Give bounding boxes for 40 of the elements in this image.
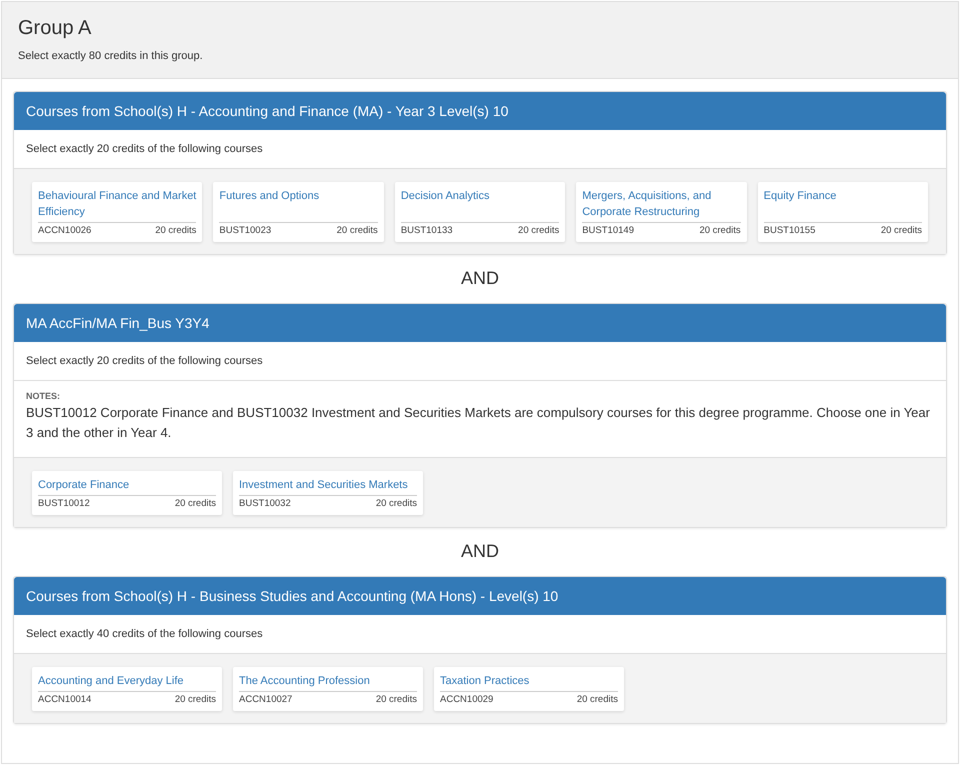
notes-label: NOTES:	[26, 391, 62, 401]
course-code: ACCN10026	[38, 225, 92, 236]
course-link[interactable]: The Accounting Profession	[239, 673, 417, 691]
course-link[interactable]: Accounting and Everyday Life	[38, 673, 216, 691]
course-credits: 20 credits	[880, 225, 922, 236]
connector-label: AND	[460, 267, 500, 290]
course-credits: 20 credits	[336, 225, 378, 236]
group-title: Group A	[18, 16, 92, 40]
panel-title: MA AccFin/MA Fin_Bus Y3Y4	[14, 304, 946, 342]
connector-label: AND	[460, 540, 500, 563]
course-link[interactable]: Corporate Finance	[38, 477, 216, 495]
course-credits: 20 credits	[174, 498, 216, 509]
panel-title: Courses from School(s) H - Business Studies and Accounting (MA Hons) - Level(s) 10	[14, 577, 946, 615]
course-code: ACCN10029	[440, 694, 494, 705]
course-link[interactable]: Taxation Practices	[440, 673, 618, 691]
course-link[interactable]: Equity Finance	[764, 188, 922, 222]
course-link[interactable]: Mergers, Acquisitions, and Corporate Restructuring	[582, 188, 741, 222]
panel-instruction: Select exactly 20 credits of the following courses	[14, 342, 946, 381]
course-credits: 20 credits	[376, 694, 417, 705]
course-code: BUST10012	[38, 498, 90, 509]
course-credits: 20 credits	[699, 225, 741, 236]
course-link[interactable]: Futures and Options	[219, 188, 378, 222]
course-code: BUST10149	[582, 225, 634, 236]
course-credits: 20 credits	[155, 225, 196, 236]
course-credits: 20 credits	[518, 225, 560, 236]
course-code: BUST10023	[219, 225, 272, 236]
notes-text: BUST10012 Corporate Finance and BUST10032 Investment and Securities Markets are compulsory courses for this degree programme. Choose one in Year 3 and the other in Year 4.	[26, 404, 931, 442]
course-code: BUST10133	[400, 225, 453, 236]
course-link[interactable]: Behavioural Finance and Market Efficiency	[38, 188, 196, 222]
course-code: ACCN10027	[239, 694, 292, 705]
course-credits: 20 credits	[376, 498, 417, 509]
panel-title: Courses from School(s) H - Accounting and Finance (MA) - Year 3 Level(s) 10	[14, 92, 946, 130]
group-instruction: Select exactly 80 credits in this group.	[18, 50, 204, 62]
course-code: BUST10155	[764, 225, 816, 236]
course-code: ACCN10014	[38, 694, 92, 705]
course-link[interactable]: Investment and Securities Markets	[239, 477, 417, 495]
course-code: BUST10032	[239, 498, 291, 509]
course-link[interactable]: Decision Analytics	[400, 188, 560, 222]
course-credits: 20 credits	[174, 694, 216, 705]
course-credits: 20 credits	[576, 694, 618, 705]
